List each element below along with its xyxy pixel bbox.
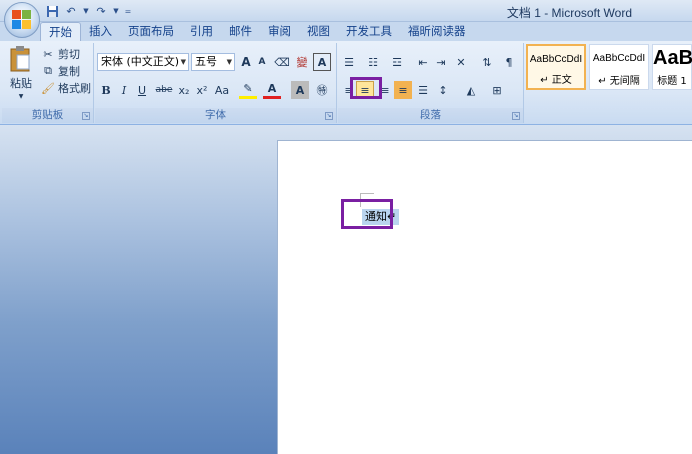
font-group-label: 字体 [95, 108, 336, 123]
office-button[interactable] [4, 2, 40, 38]
superscript-button[interactable]: x² [193, 81, 211, 99]
enclose-char-button[interactable]: ㊕ [313, 81, 331, 99]
tab-page-layout[interactable]: 页面布局 [120, 22, 182, 41]
sort-icon[interactable]: ⇅ [478, 53, 496, 71]
paste-dropdown-icon[interactable]: ▼ [19, 93, 24, 100]
clipboard-launcher-icon[interactable]: ↘ [82, 112, 90, 120]
font-color-button[interactable]: A [263, 81, 281, 99]
change-case-button[interactable]: Aa [213, 81, 231, 99]
style-no-spacing-sample: AaBbCcDdI [592, 53, 646, 64]
style-heading-1-sample: AaB [653, 47, 692, 69]
ribbon-tab-row: 开始 插入 页面布局 引用 邮件 审阅 视图 开发工具 福昕阅读器 [0, 22, 692, 41]
bold-button[interactable]: B [97, 81, 115, 99]
style-heading-1[interactable]: AaB 标题 1 [652, 44, 692, 90]
text-highlight [341, 199, 393, 229]
numbering-icon[interactable]: ☷ [364, 53, 382, 71]
italic-button[interactable]: I [115, 81, 133, 99]
style-no-spacing[interactable]: AaBbCcDdI ↵ 无间隔 [589, 44, 649, 90]
shading-icon[interactable]: ◭ [462, 81, 480, 99]
format-painter-button[interactable]: 🖌 格式刷 [40, 80, 91, 96]
shrink-font-button[interactable]: A [253, 53, 271, 71]
office-logo-icon [12, 10, 32, 30]
copy-button[interactable]: ⧉ 复制 [40, 63, 80, 79]
styles-gallery: AaBbCcDdI ↵ 正文 AaBbCcDdI ↵ 无间隔 AaB 标题 1 [526, 44, 692, 106]
distribute-icon[interactable]: ☰ [414, 81, 432, 99]
window-title: 文档 1 - Microsoft Word [506, 6, 632, 20]
watermark-logo: S 搜狗指南 [512, 368, 646, 396]
title-bar: ↶ ▼ ↷ ▼ = 文档 1 - Microsoft Word [0, 0, 692, 22]
tab-insert[interactable]: 插入 [81, 22, 120, 41]
chinese-layout-icon[interactable]: ✕ [452, 53, 470, 71]
underline-button[interactable]: U [133, 81, 151, 99]
style-heading-1-name: 标题 1 [657, 76, 687, 87]
tab-review[interactable]: 审阅 [260, 22, 299, 41]
font-group: 宋体 (中文正文) ▼ 五号 ▼ A A ⌫ 變 A B I U abe x₂ … [95, 43, 337, 123]
tab-mailings[interactable]: 邮件 [221, 22, 260, 41]
tab-developer[interactable]: 开发工具 [338, 22, 400, 41]
show-marks-icon[interactable]: ¶ [500, 53, 518, 71]
style-normal-sample: AaBbCcDdI [529, 54, 583, 65]
paste-label: 粘贴 [10, 77, 32, 90]
tab-view[interactable]: 视图 [299, 22, 338, 41]
increase-indent-icon[interactable]: ⇥ [432, 53, 450, 71]
paste-icon [10, 46, 30, 72]
justify-icon[interactable]: ≡ [394, 81, 412, 99]
brush-icon: 🖌 [41, 81, 55, 95]
subscript-button[interactable]: x₂ [175, 81, 193, 99]
center-align-highlight [350, 77, 382, 99]
font-name-dropdown[interactable]: 宋体 (中文正文) ▼ [97, 53, 189, 71]
clipboard-group: 粘贴 ▼ ✂ 剪切 ⧉ 复制 🖌 格式刷 剪贴板 ↘ [2, 43, 94, 123]
clear-format-icon[interactable]: ⌫ [273, 53, 291, 71]
borders-icon[interactable]: ⊞ [488, 81, 506, 99]
copy-label: 复制 [58, 65, 80, 78]
style-normal[interactable]: AaBbCcDdI ↵ 正文 [526, 44, 586, 90]
cut-button[interactable]: ✂ 剪切 [40, 46, 80, 62]
style-normal-name: ↵ 正文 [540, 75, 572, 86]
watermark-url: zhinan.sogou.com [518, 399, 640, 414]
char-border-button[interactable]: A [313, 53, 331, 71]
paste-button[interactable]: 粘贴 ▼ [6, 45, 36, 100]
tab-home[interactable]: 开始 [40, 22, 81, 41]
font-name-value: 宋体 (中文正文) [101, 55, 180, 68]
line-spacing-icon[interactable]: ↕ [434, 81, 452, 99]
chevron-down-icon: ▼ [226, 58, 232, 66]
ribbon-tabs: 开始 插入 页面布局 引用 邮件 审阅 视图 开发工具 福昕阅读器 [40, 22, 474, 41]
cut-label: 剪切 [58, 48, 80, 61]
ribbon: 粘贴 ▼ ✂ 剪切 ⧉ 复制 🖌 格式刷 剪贴板 ↘ 宋体 (中文正文) ▼ 五… [0, 41, 692, 125]
font-launcher-icon[interactable]: ↘ [325, 112, 333, 120]
watermark: S 搜狗指南 zhinan.sogou.com [512, 362, 646, 414]
paragraph-launcher-icon[interactable]: ↘ [512, 112, 520, 120]
decrease-indent-icon[interactable]: ⇤ [414, 53, 432, 71]
tab-references[interactable]: 引用 [182, 22, 221, 41]
chevron-down-icon: ▼ [180, 58, 186, 66]
style-no-spacing-name: ↵ 无间隔 [598, 76, 640, 87]
bullets-icon[interactable]: ☰ [340, 53, 358, 71]
copy-icon: ⧉ [44, 64, 52, 77]
multilevel-list-icon[interactable]: ☲ [388, 53, 406, 71]
format-painter-label: 格式刷 [58, 82, 91, 95]
strikethrough-button[interactable]: abe [155, 81, 173, 99]
paragraph-group-label: 段落 [338, 108, 523, 123]
clipboard-group-label: 剪贴板 [2, 108, 93, 123]
char-shading-button[interactable]: A [291, 81, 309, 99]
font-size-value: 五号 [195, 55, 217, 68]
font-size-dropdown[interactable]: 五号 ▼ [191, 53, 235, 71]
highlight-color-icon[interactable]: ✎ [239, 81, 257, 99]
scissors-icon: ✂ [43, 47, 53, 61]
tab-foxit-reader[interactable]: 福昕阅读器 [400, 22, 474, 41]
phonetic-guide-button[interactable]: 變 [293, 53, 311, 71]
